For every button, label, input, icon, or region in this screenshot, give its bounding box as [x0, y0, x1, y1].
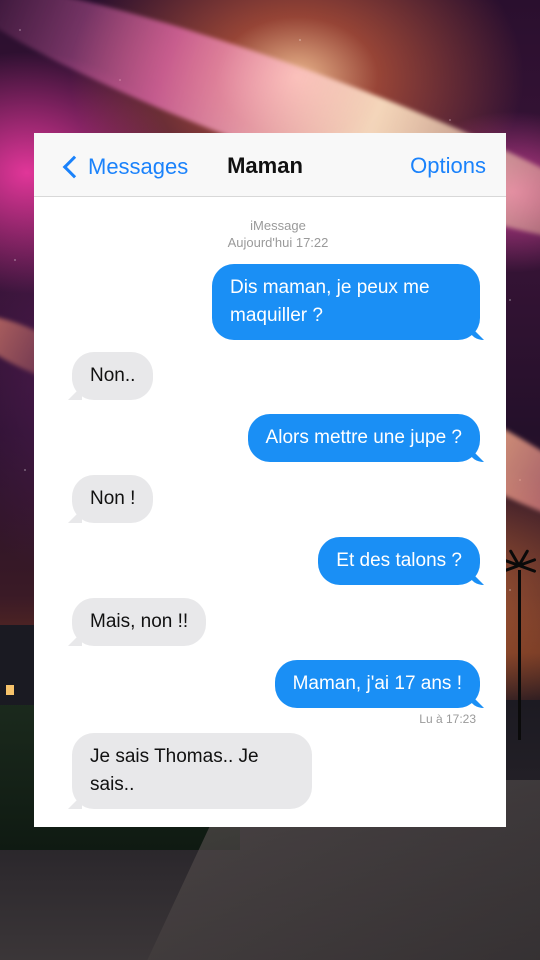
message-bubble-incoming[interactable]: Mais, non !!: [72, 598, 207, 646]
message-bubble-incoming[interactable]: Non !: [72, 475, 154, 523]
palm-tree: [501, 540, 537, 740]
options-button[interactable]: Options: [410, 153, 486, 179]
house: [0, 625, 36, 705]
message-bubble-incoming[interactable]: Je sais Thomas.. Je sais..: [72, 733, 312, 809]
message-screenshot: Messages Maman Options iMessage Aujourd'…: [34, 133, 506, 827]
nav-bar: Messages Maman Options: [34, 133, 506, 197]
message-bubble-incoming[interactable]: Non..: [72, 352, 154, 400]
message-bubble-outgoing[interactable]: Dis maman, je peux me maquiller ?: [212, 264, 480, 340]
message-bubble-outgoing[interactable]: Alors mettre une jupe ?: [247, 414, 480, 462]
thread-timestamp: Aujourd'hui 17:22: [227, 235, 329, 250]
message-bubble-outgoing[interactable]: Et des talons ?: [318, 537, 480, 585]
read-receipt: Lu à 17:23: [419, 712, 476, 726]
thread-header: iMessage Aujourd'hui 17:22: [58, 217, 498, 251]
service-label: iMessage: [250, 218, 306, 233]
message-thread[interactable]: iMessage Aujourd'hui 17:22 Dis maman, je…: [58, 197, 498, 827]
message-bubble-outgoing[interactable]: Maman, j'ai 17 ans !: [274, 660, 480, 708]
